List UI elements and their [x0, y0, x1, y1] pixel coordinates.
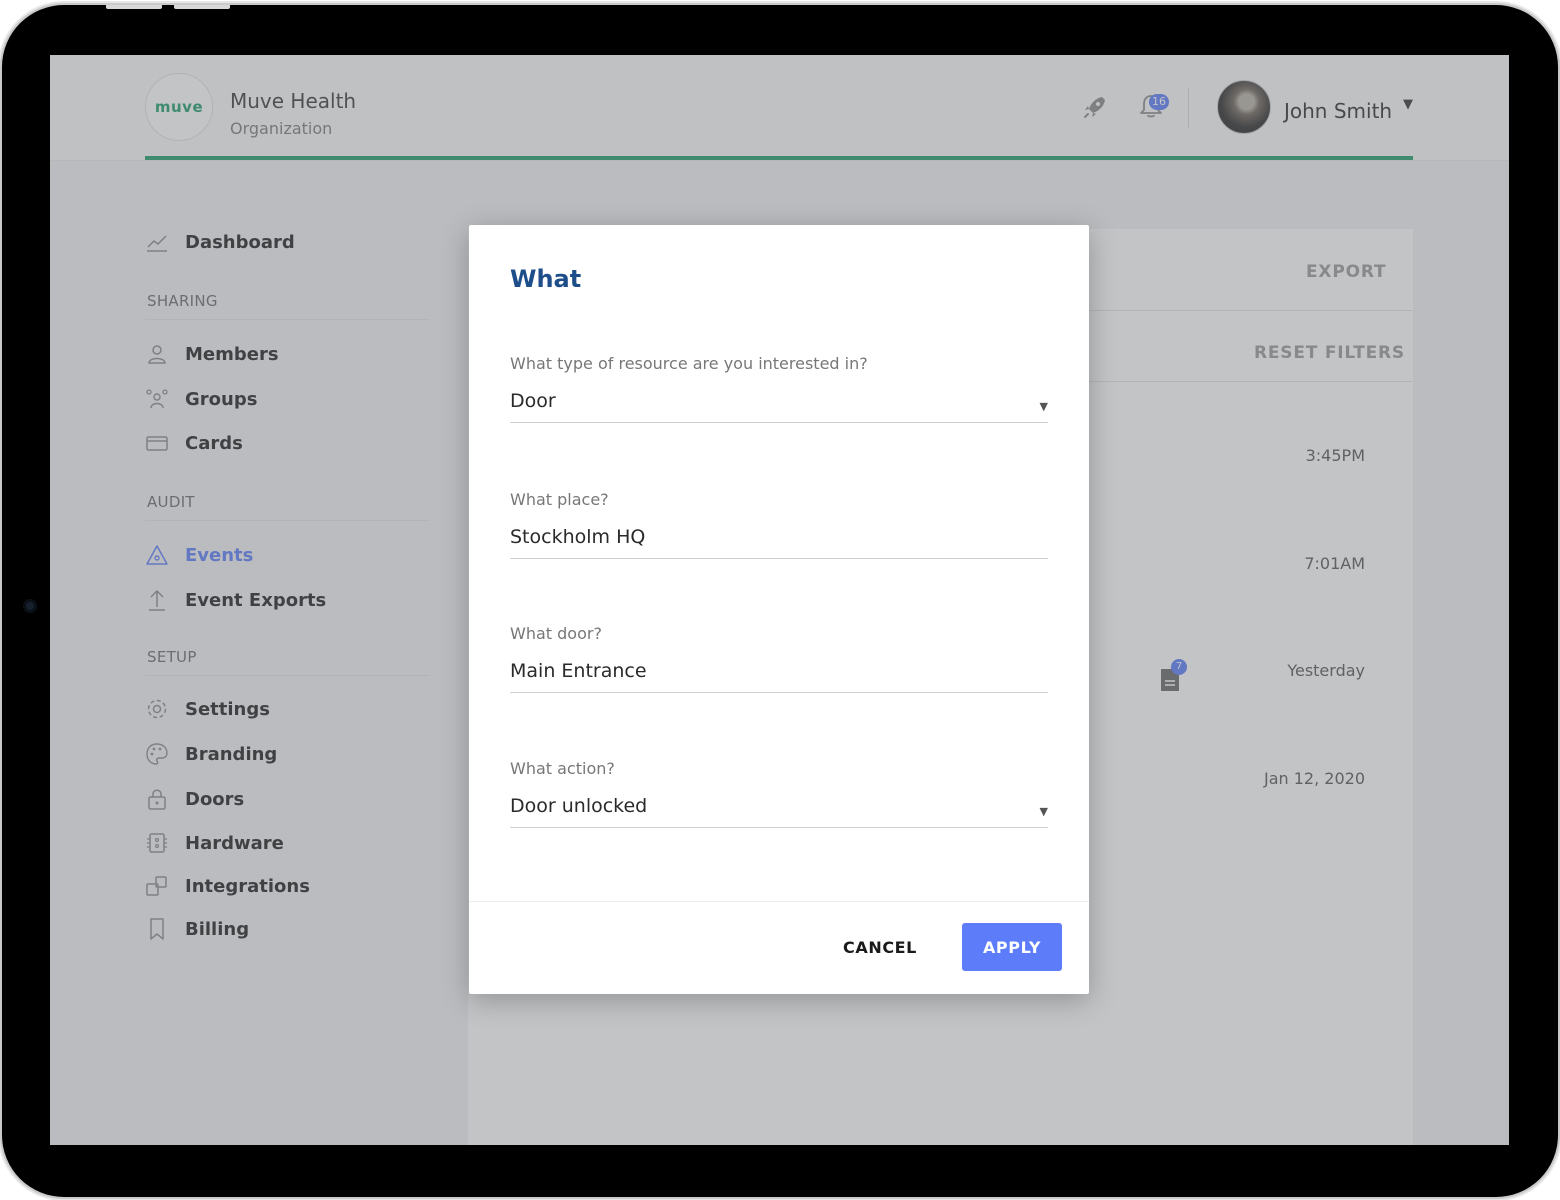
field-label: What type of resource are you interested…: [510, 354, 868, 373]
power-button: [174, 5, 230, 9]
place-field[interactable]: What place? Stockholm HQ: [510, 490, 1048, 559]
door-field[interactable]: What door? Main Entrance: [510, 624, 1048, 693]
field-label: What action?: [510, 759, 615, 778]
resource-type-field[interactable]: What type of resource are you interested…: [510, 354, 1048, 423]
camera: [23, 599, 37, 613]
door-input[interactable]: Main Entrance: [510, 657, 1048, 693]
selected-value: Door: [510, 390, 556, 412]
input-value: Stockholm HQ: [510, 526, 646, 548]
cancel-button[interactable]: CANCEL: [829, 923, 931, 971]
app-screen: muve Muve Health Organization 16 John Sm…: [50, 55, 1509, 1145]
dialog-title: What: [510, 265, 582, 293]
field-label: What door?: [510, 624, 602, 643]
input-value: Main Entrance: [510, 660, 647, 682]
dropdown-arrow-icon[interactable]: ▼: [1040, 798, 1048, 826]
action-select[interactable]: Door unlocked ▼: [510, 792, 1048, 828]
dropdown-arrow-icon[interactable]: ▼: [1040, 393, 1048, 421]
field-label: What place?: [510, 490, 609, 509]
dialog-footer-divider: [469, 901, 1089, 902]
volume-button: [106, 5, 162, 9]
place-input[interactable]: Stockholm HQ: [510, 523, 1048, 559]
apply-button[interactable]: APPLY: [962, 923, 1062, 971]
filter-what-dialog: What What type of resource are you inter…: [469, 225, 1089, 994]
action-field[interactable]: What action? Door unlocked ▼: [510, 759, 1048, 828]
selected-value: Door unlocked: [510, 795, 648, 817]
resource-type-select[interactable]: Door ▼: [510, 387, 1048, 423]
